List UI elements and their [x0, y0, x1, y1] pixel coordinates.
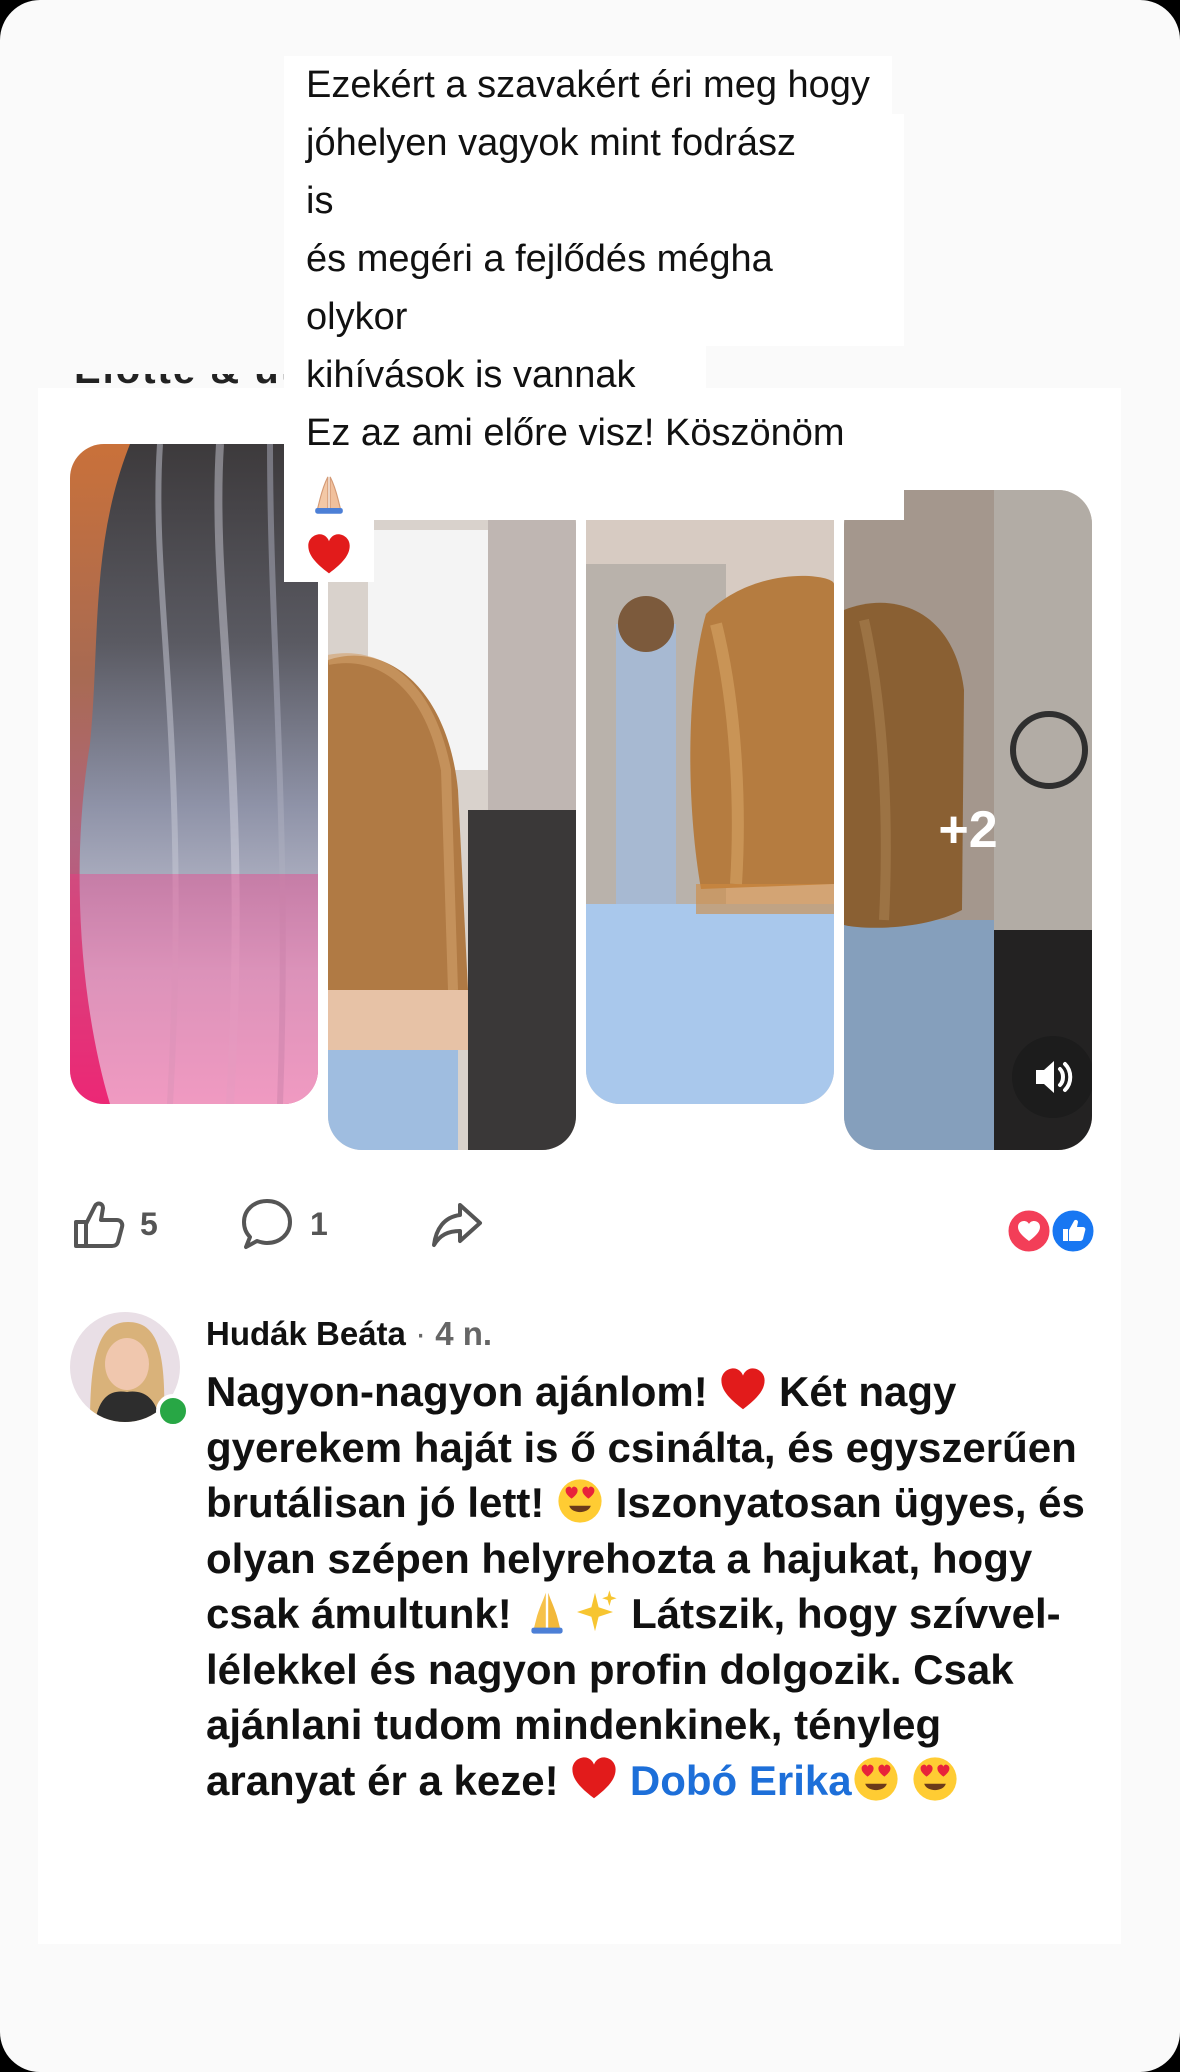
volume-button[interactable]: [1012, 1036, 1092, 1118]
online-status-indicator: [156, 1394, 190, 1428]
post-photo[interactable]: [328, 490, 576, 1150]
love-reaction-icon: [1005, 1207, 1053, 1255]
post-photo-more[interactable]: +2: [844, 490, 1092, 1150]
story-screen: Ezekért a szavakért éri meg hogy jóhelye…: [0, 0, 1180, 2072]
red-heart-icon: [308, 534, 350, 574]
like-count: 5: [140, 1205, 158, 1242]
folded-hands-icon: [315, 476, 343, 514]
heart-eyes-emoji-icon: [558, 1479, 602, 1523]
share-button[interactable]: [428, 1194, 486, 1254]
post-photo[interactable]: [70, 444, 318, 1104]
caption-line: kihívások is vannak: [284, 346, 706, 404]
red-heart-icon: [721, 1368, 765, 1410]
comment-count: 1: [310, 1205, 328, 1242]
folded-hands-icon: [531, 1592, 564, 1634]
heart-eyes-emoji-icon: [913, 1756, 957, 1801]
caption-line: Ezekért a szavakért éri meg hogy: [284, 56, 892, 114]
speaker-icon: [1036, 1061, 1073, 1093]
comment-text: Nagyon-nagyon ajánlom! Két nagy gyerekem…: [206, 1364, 1086, 1808]
caption-line: jóhelyen vagyok mint fodrász is: [284, 114, 904, 230]
like-button[interactable]: 5: [70, 1194, 158, 1254]
caption-line: és megéri a fejlődés mégha olykor: [284, 230, 904, 346]
comment-text-part: [618, 1757, 630, 1804]
sparkles-icon: [577, 1590, 618, 1632]
comment-header: Hudák Beáta · 4 n.: [206, 1312, 492, 1356]
caption-line-last: Ez az ami előre visz! Köszönöm: [284, 404, 904, 520]
share-arrow-icon: [432, 1203, 482, 1247]
red-heart-icon: [572, 1756, 616, 1798]
caption-line-heart: [284, 520, 374, 582]
comment-text-part: Nagyon-nagyon ajánlom!: [206, 1368, 720, 1415]
caption-line: Ez az ami előre visz! Köszönöm: [306, 412, 845, 454]
thumbs-up-icon: [74, 1201, 125, 1248]
heart-eyes-emoji-icon: [854, 1756, 898, 1801]
more-photos-count: +2: [938, 801, 998, 859]
like-reaction-icon: [1049, 1207, 1097, 1255]
comment-button[interactable]: 1: [238, 1194, 328, 1254]
separator: ·: [415, 1315, 427, 1352]
post-actions: 5 1: [70, 1194, 1100, 1274]
post-card: Előtte & utána fotók: [38, 374, 1121, 1944]
comment-time[interactable]: 4 n.: [435, 1315, 492, 1352]
mention-link[interactable]: Dobó Erika: [630, 1757, 852, 1804]
comment-bubble-icon: [242, 1199, 292, 1249]
story-caption: Ezekért a szavakért éri meg hogy jóhelye…: [284, 56, 904, 582]
comment-author[interactable]: Hudák Beáta: [206, 1315, 406, 1352]
reaction-summary[interactable]: [1004, 1206, 1100, 1256]
